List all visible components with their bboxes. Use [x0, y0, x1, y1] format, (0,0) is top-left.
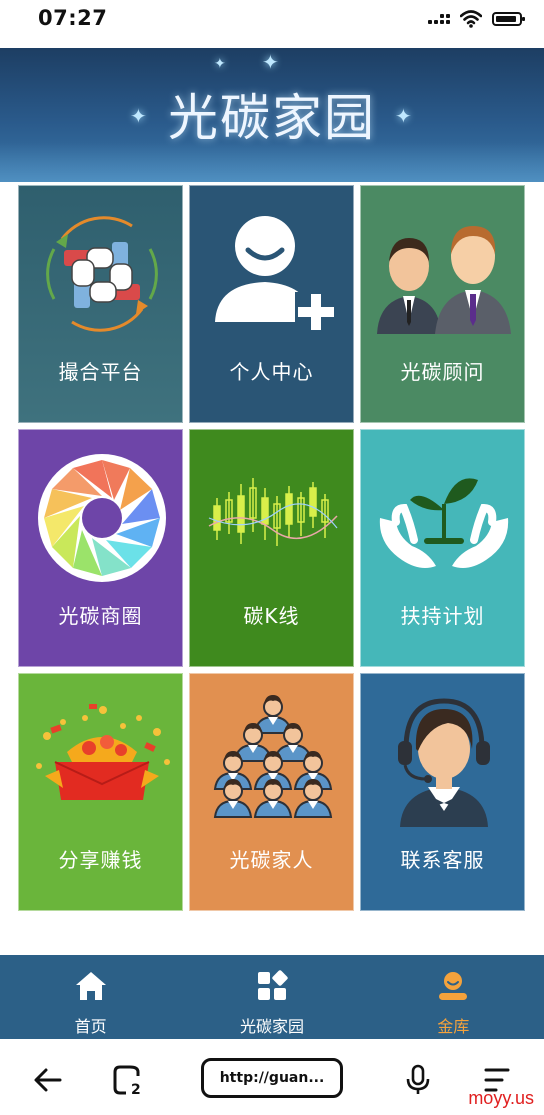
tab-vault[interactable]: 金库: [363, 955, 544, 1039]
page-title: 光碳家园: [168, 89, 376, 147]
tab-home[interactable]: 首页: [0, 955, 181, 1039]
tile-label: 分享赚钱: [58, 848, 143, 872]
tab-label: 光碳家园: [239, 1017, 304, 1036]
sparkle-icon: ✦: [214, 56, 226, 72]
header-banner: ✦ ✦ ✦ ✦ 光碳家园: [0, 48, 544, 182]
family-group-icon: [213, 694, 332, 818]
tile-label: 扶持计划: [400, 604, 485, 628]
url-bar[interactable]: http://guan...: [201, 1058, 343, 1098]
battery-icon: [492, 12, 525, 26]
status-time: 07:27: [38, 6, 108, 30]
tile-label: 碳K线: [243, 604, 300, 628]
tile-advisors[interactable]: 光碳顾问: [360, 185, 525, 423]
svg-text:2: 2: [131, 1082, 141, 1096]
bottom-tab-bar: 首页 光碳家园 金库: [0, 955, 544, 1039]
back-arrow-icon[interactable]: [32, 1064, 64, 1096]
add-user-icon: [214, 216, 335, 332]
signal-icon: [428, 14, 450, 24]
tile-business-circle[interactable]: 光碳商圈: [18, 429, 183, 667]
handshake-icon: [45, 216, 158, 332]
advisors-icon: [376, 226, 511, 334]
tile-label: 撮合平台: [58, 360, 143, 384]
aperture-icon: [37, 454, 166, 582]
tile-share-earn[interactable]: 分享赚钱: [18, 673, 183, 911]
tile-label: 个人中心: [229, 360, 314, 384]
home-icon: [75, 972, 106, 1000]
tile-matchmaking[interactable]: 撮合平台: [18, 185, 183, 423]
tabs-count-icon[interactable]: 2: [112, 1064, 146, 1096]
tab-label: 首页: [74, 1017, 107, 1036]
customer-service-icon: [397, 698, 490, 827]
tile-label: 光碳顾问: [400, 360, 485, 384]
microphone-icon[interactable]: [404, 1064, 432, 1096]
red-envelope-icon: [35, 704, 170, 800]
tile-label: 光碳家人: [229, 848, 314, 872]
status-icons: [428, 8, 525, 30]
tile-carbon-family[interactable]: 光碳家人: [189, 673, 354, 911]
tile-personal-center[interactable]: 个人中心: [189, 185, 354, 423]
tile-support-plan[interactable]: 扶持计划: [360, 429, 525, 667]
menu-grid: 撮合平台 个人中心 光碳顾问 光碳商圈 碳K线 扶持计划 分享赚钱 光碳家人 联…: [18, 185, 526, 911]
tile-label: 光碳商圈: [58, 604, 143, 628]
sprout-hands-icon: [379, 478, 508, 568]
status-bar: 07:27: [0, 0, 544, 46]
sparkle-icon: ✦: [262, 50, 279, 74]
vault-user-icon: [439, 972, 468, 1000]
tile-label: 联系客服: [400, 848, 485, 872]
tab-carbon-home[interactable]: 光碳家园: [181, 955, 362, 1039]
tile-contact-service[interactable]: 联系客服: [360, 673, 525, 911]
candlestick-chart-icon: [208, 478, 338, 546]
tile-carbon-kline[interactable]: 碳K线: [189, 429, 354, 667]
apps-icon: [257, 970, 288, 1000]
watermark: moyy.us: [468, 1088, 534, 1108]
wifi-icon: [460, 10, 482, 28]
tab-label: 金库: [437, 1017, 470, 1036]
